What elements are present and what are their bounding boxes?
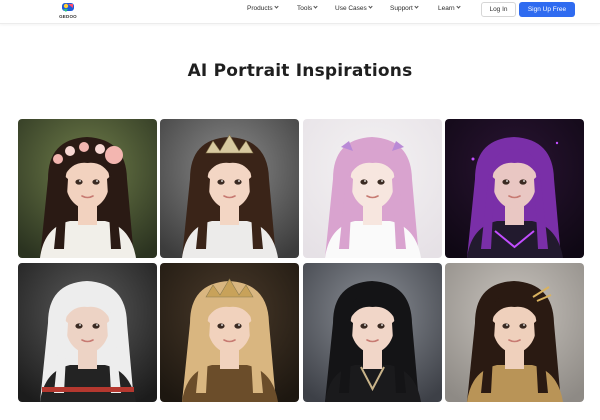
- eye-right: [377, 323, 385, 329]
- eye-left: [75, 323, 83, 329]
- nav-learn-label: Learn: [438, 5, 455, 12]
- eye-highlight-right: [238, 180, 240, 182]
- gallery-card-6[interactable]: [160, 263, 299, 402]
- page-title: AI Portrait Inspirations: [187, 61, 413, 81]
- gallery-card-5[interactable]: [18, 263, 157, 402]
- eye-highlight-left: [79, 180, 81, 182]
- gallery-card-2[interactable]: [160, 119, 299, 258]
- eye-highlight-left: [506, 324, 508, 326]
- portrait-dark-hair-gold-jewelry-woman-image: [445, 263, 584, 402]
- eye-highlight-left: [221, 180, 223, 182]
- top-navbar: GEDOO Products Tools Use Cases Support L…: [0, 0, 600, 24]
- portrait-flower-crown-girl-image: [18, 119, 157, 258]
- brand-logo[interactable]: GEDOO: [55, 1, 81, 22]
- gallery-card-4[interactable]: [445, 119, 584, 258]
- eye-highlight-right: [96, 324, 98, 326]
- portrait-gallery: [18, 119, 584, 402]
- chevron-down-icon: [456, 4, 461, 9]
- brand-logo-text: GEDOO: [59, 14, 77, 19]
- nav-use-cases-label: Use Cases: [335, 5, 367, 12]
- eye-right: [234, 179, 242, 185]
- eye-highlight-left: [364, 180, 366, 182]
- flower-icon: [95, 144, 105, 154]
- eye-highlight-left: [364, 324, 366, 326]
- gallery-card-7[interactable]: [303, 263, 442, 402]
- nav-support[interactable]: Support: [390, 4, 419, 14]
- flower-icon: [79, 142, 89, 152]
- nav-tools-label: Tools: [297, 5, 313, 12]
- eye-highlight-right: [523, 324, 525, 326]
- eye-right: [377, 179, 385, 185]
- nav-learn[interactable]: Learn: [438, 4, 461, 14]
- eye-highlight-right: [523, 180, 525, 182]
- eye-left: [75, 179, 83, 185]
- gallery-card-1[interactable]: [18, 119, 157, 258]
- eye-left: [502, 179, 510, 185]
- flower-icon: [65, 146, 75, 156]
- sparkle-icon: [555, 141, 559, 145]
- eye-right: [519, 179, 527, 185]
- nav-products-label: Products: [247, 5, 273, 12]
- eye-highlight-left: [79, 324, 81, 326]
- signup-button[interactable]: Sign Up Free: [519, 2, 575, 17]
- eye-highlight-right: [96, 180, 98, 182]
- sparkle-icon: [471, 157, 475, 161]
- gallery-card-3[interactable]: [303, 119, 442, 258]
- eye-right: [92, 323, 100, 329]
- nav-tools[interactable]: Tools: [297, 4, 318, 14]
- eye-left: [360, 179, 368, 185]
- brand-logo-icon: [62, 3, 74, 12]
- eye-highlight-left: [506, 180, 508, 182]
- nav-products[interactable]: Products: [247, 4, 279, 14]
- eye-left: [217, 323, 225, 329]
- eye-highlight-left: [221, 324, 223, 326]
- eye-right: [519, 323, 527, 329]
- chevron-down-icon: [274, 4, 279, 9]
- nav-support-label: Support: [390, 5, 413, 12]
- eye-highlight-right: [238, 324, 240, 326]
- flower-icon: [53, 154, 63, 164]
- chevron-down-icon: [368, 4, 373, 9]
- portrait-anime-pink-hair-girl-image: [303, 119, 442, 258]
- portrait-blonde-crowned-woman-image: [160, 263, 299, 402]
- chevron-down-icon: [414, 4, 419, 9]
- eye-left: [502, 323, 510, 329]
- chevron-down-icon: [313, 4, 318, 9]
- flower-icon: [105, 146, 123, 164]
- eye-left: [217, 179, 225, 185]
- nav-use-cases[interactable]: Use Cases: [335, 4, 373, 14]
- portrait-white-hair-woman-image: [18, 263, 157, 402]
- sweater-pattern: [42, 387, 134, 392]
- portrait-purple-hair-cyber-girl-image: [445, 119, 584, 258]
- eye-left: [360, 323, 368, 329]
- login-button[interactable]: Log In: [481, 2, 516, 17]
- gallery-card-8[interactable]: [445, 263, 584, 402]
- portrait-black-hair-kimono-girl-image: [303, 263, 442, 402]
- eye-right: [234, 323, 242, 329]
- portrait-tiara-girl-image: [160, 119, 299, 258]
- eye-right: [92, 179, 100, 185]
- eye-highlight-right: [381, 180, 383, 182]
- eye-highlight-right: [381, 324, 383, 326]
